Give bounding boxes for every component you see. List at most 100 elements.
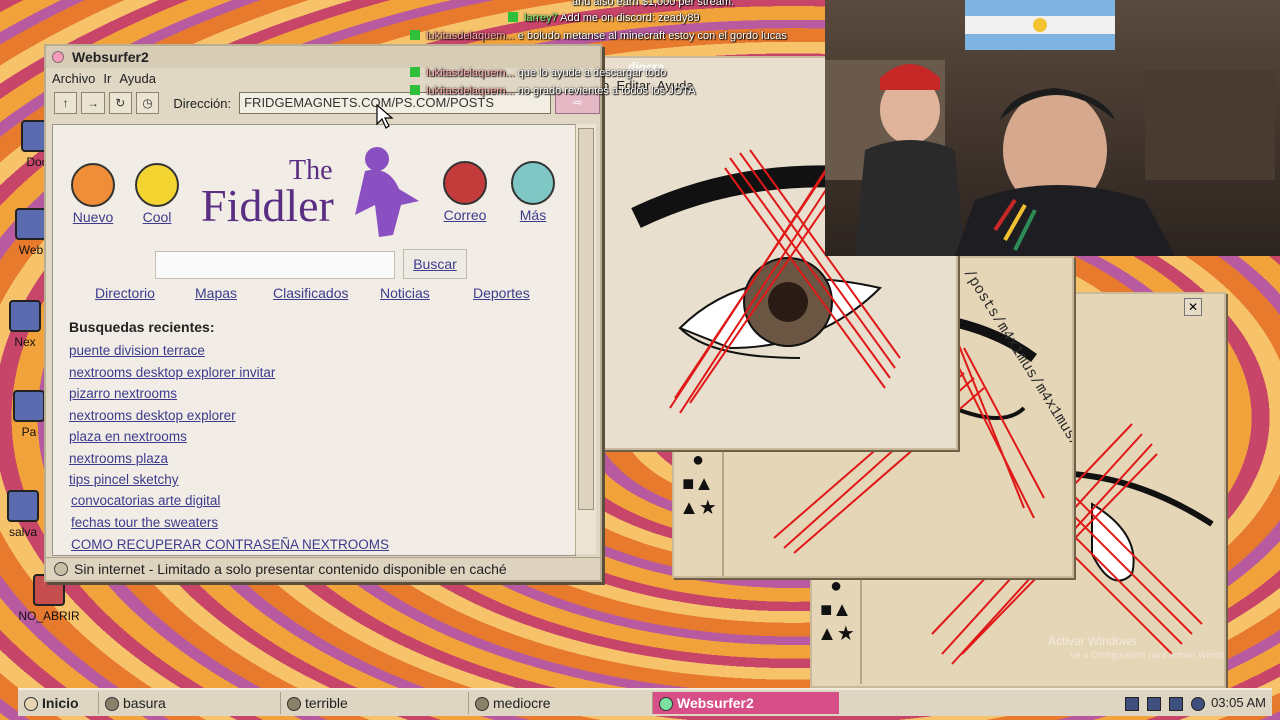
circle-tool-icon[interactable]: ●	[674, 448, 722, 472]
watermark-subtitle: Ve a Configuración para activar Windows.	[1070, 650, 1224, 660]
search-input[interactable]	[155, 251, 395, 279]
menu-ayuda[interactable]: Ayuda	[119, 71, 156, 86]
browser-app-icon	[52, 51, 64, 63]
chat-text: e boludo metanse al minecraft estoy con …	[517, 30, 787, 42]
recent-search-link[interactable]: tips pincel sketchy	[69, 472, 179, 487]
shapes-tool-icon[interactable]: ■▲	[812, 598, 860, 622]
mail-icon	[443, 161, 487, 205]
menu-archivo[interactable]: Archivo	[52, 71, 95, 86]
kick-badge-icon	[410, 67, 420, 77]
desktop-icon-label: Nex	[14, 335, 36, 349]
taskbar-item-mediocre[interactable]: mediocre	[468, 692, 659, 714]
nav-link-mapas[interactable]: Mapas	[195, 285, 237, 301]
taskbar: Inicio basura terrible mediocre Websurfe…	[18, 688, 1272, 716]
logo-title: Fiddler	[201, 180, 334, 231]
scrollbar-thumb[interactable]	[578, 128, 594, 510]
recent-search-link[interactable]: puente division terrace	[69, 343, 205, 358]
page-content: Nuevo Cool The Fiddler Correo Más Buscar…	[52, 124, 576, 556]
tool-palette[interactable]: ● ■▲ ▲★	[674, 448, 724, 576]
clock[interactable]: 03:05 AM	[1211, 695, 1266, 710]
recent-search-link[interactable]: convocatorias arte digital	[71, 493, 220, 508]
chat-username: lukitasdelaquem...	[426, 30, 515, 42]
portal-link-mas[interactable]: Más	[511, 161, 555, 223]
taskbar-item-websurfer2[interactable]: Websurfer2	[652, 692, 839, 714]
kick-badge-icon	[410, 30, 420, 40]
window-icon	[475, 697, 489, 711]
watermark-title: Activar Windows	[1048, 634, 1137, 648]
paint-icon	[13, 390, 45, 422]
browser-window[interactable]: Websurfer2 Archivo Ir Ayuda ↑ → ↻ ◷ Dire…	[44, 44, 602, 582]
nav-link-noticias[interactable]: Noticias	[380, 285, 430, 301]
recent-search-link[interactable]: nextrooms plaza	[69, 451, 168, 466]
window-icon	[105, 697, 119, 711]
back-button[interactable]: ↑	[54, 92, 78, 114]
portal-label: Más	[519, 207, 547, 223]
recent-searches-heading: Busquedas recientes:	[69, 319, 215, 335]
recent-search-link[interactable]: pizarro nextrooms	[69, 386, 177, 401]
clock-icon: ◷	[142, 96, 153, 110]
portal-label: Cool	[142, 209, 172, 225]
recent-search-link[interactable]: nextrooms desktop explorer	[69, 408, 236, 423]
star-tool-icon[interactable]: ▲★	[812, 622, 860, 646]
chat-text: and also earn $1,000 per stream.	[572, 0, 735, 8]
task-label: mediocre	[493, 695, 551, 711]
vertical-scrollbar[interactable]	[575, 124, 596, 554]
keyboard-icon[interactable]	[1147, 697, 1162, 711]
star-tool-icon[interactable]: ▲★	[674, 496, 722, 520]
kick-badge-icon	[410, 85, 420, 95]
status-text: Sin internet - Limitado a solo presentar…	[74, 561, 507, 577]
volume-icon[interactable]	[1169, 697, 1184, 711]
arrow-up-icon: ↑	[62, 96, 69, 110]
start-logo-icon	[24, 697, 38, 711]
portal-label: Nuevo	[72, 209, 114, 225]
browser-titlebar[interactable]: Websurfer2	[46, 46, 600, 68]
globe-icon[interactable]	[1191, 697, 1206, 711]
chat-text: no grado revientes a todos los JOTA	[517, 85, 696, 97]
fiddler-logo-icon	[355, 147, 419, 237]
recent-search-link[interactable]: COMO RECUPERAR CONTRASEÑA NEXTROOMS	[71, 537, 389, 552]
refresh-button[interactable]: ↻	[108, 92, 132, 114]
chat-line: larrey7 Add me on discord: zeady89	[508, 12, 700, 24]
recent-search-link[interactable]: plaza en nextrooms	[69, 429, 187, 444]
chat-line: lukitasdelaquem... e boludo metanse al m…	[410, 30, 810, 42]
task-label: basura	[123, 695, 166, 711]
taskbar-item-basura[interactable]: basura	[98, 692, 273, 714]
address-label: Dirección:	[173, 95, 232, 111]
globe-icon	[15, 208, 47, 240]
menu-ir[interactable]: Ir	[103, 71, 111, 86]
face-icon	[71, 163, 115, 207]
chat-line: and also earn $1,000 per stream.	[572, 0, 734, 8]
window-icon	[287, 697, 301, 711]
forward-button[interactable]: →	[81, 92, 105, 114]
desktop-icon-label: NO_ABRIR	[18, 609, 80, 623]
nav-link-deportes[interactable]: Deportes	[473, 285, 530, 301]
chat-username: larrey7	[524, 12, 558, 24]
taskbar-item-terrible[interactable]: terrible	[280, 692, 471, 714]
close-button[interactable]: ✕	[1184, 298, 1202, 316]
nav-link-directorio[interactable]: Directorio	[95, 285, 155, 301]
tool-palette[interactable]: ● ■▲ ▲★	[812, 574, 862, 684]
recent-search-link[interactable]: fechas tour the sweaters	[71, 515, 218, 530]
nav-link-clasificados[interactable]: Clasificados	[273, 285, 348, 301]
mouse-cursor-icon	[376, 104, 394, 129]
shapes-tool-icon[interactable]: ■▲	[674, 472, 722, 496]
portal-link-nuevo[interactable]: Nuevo	[71, 163, 115, 225]
search-button[interactable]: Buscar	[403, 249, 467, 279]
start-button[interactable]: Inicio	[18, 692, 92, 714]
status-bar: Sin internet - Limitado a solo presentar…	[46, 557, 600, 580]
arrow-right-icon: →	[86, 96, 99, 110]
chat-text: Add me on discord: zeady89	[560, 12, 700, 24]
portal-link-cool[interactable]: Cool	[135, 163, 179, 225]
history-button[interactable]: ◷	[135, 92, 160, 114]
chat-username: lukitasdelaquem...	[426, 67, 515, 79]
portal-link-correo[interactable]: Correo	[443, 161, 487, 223]
webcam-feed	[825, 0, 1280, 256]
kick-badge-icon	[508, 12, 518, 22]
task-label: terrible	[305, 695, 348, 711]
app-icon	[9, 300, 41, 332]
recent-search-link[interactable]: nextrooms desktop explorer invitar	[69, 365, 275, 380]
start-label: Inicio	[42, 695, 79, 711]
save-icon	[7, 490, 39, 522]
network-icon[interactable]	[1125, 697, 1140, 711]
arrow-icon: ⇨	[573, 97, 583, 109]
